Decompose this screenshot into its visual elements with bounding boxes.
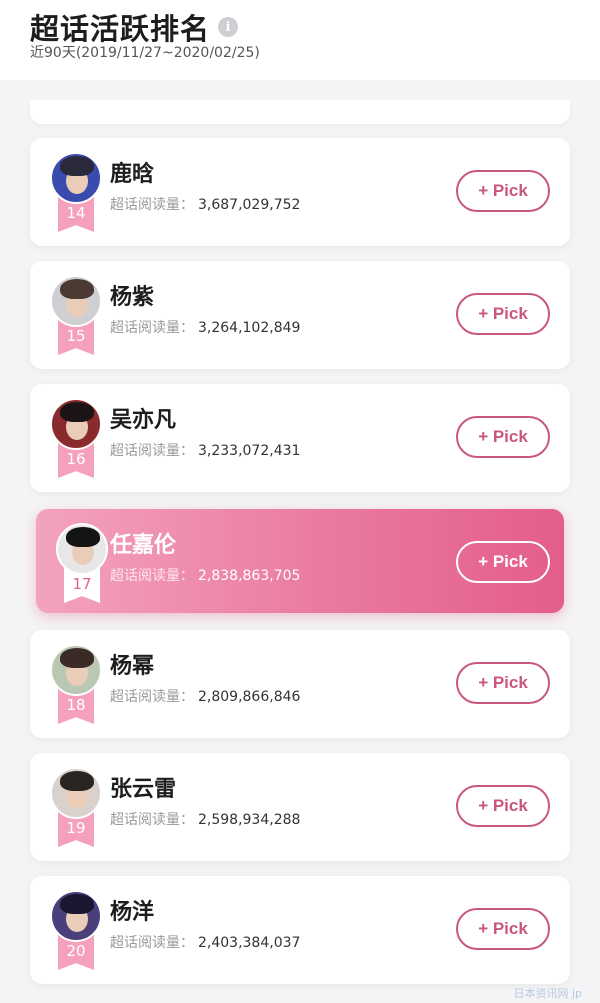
avatar: [50, 275, 102, 327]
reads-row: 超话阅读量： 2,598,934,288: [110, 809, 300, 829]
pick-button[interactable]: + Pick: [456, 662, 550, 704]
reads-count: 3,264,102,849: [198, 320, 301, 336]
reads-row: 超话阅读量： 2,403,384,037: [110, 932, 300, 952]
watermark: 日本资讯网 jp: [513, 987, 582, 1000]
date-range-subtitle: 近90天(2019/11/27~2020/02/25): [30, 45, 260, 61]
avatar: [50, 644, 102, 696]
reads-row: 超话阅读量： 2,838,863,705: [110, 565, 300, 585]
reads-label: 超话阅读量：: [110, 568, 194, 584]
star-name: 杨紫: [110, 285, 155, 310]
info-icon[interactable]: i: [218, 17, 239, 37]
avatar: [50, 152, 102, 204]
reads-count: 2,809,866,846: [198, 689, 301, 705]
reads-label: 超话阅读量：: [110, 935, 194, 951]
star-name: 张云雷: [110, 777, 177, 802]
reads-label: 超话阅读量：: [110, 812, 194, 828]
pick-button[interactable]: + Pick: [456, 541, 550, 583]
avatar-hair: [66, 527, 100, 547]
star-name: 鹿晗: [110, 162, 155, 187]
star-name: 任嘉伦: [110, 533, 177, 558]
avatar: [50, 767, 102, 819]
avatar-hair: [60, 894, 94, 914]
reads-count: 2,838,863,705: [198, 568, 301, 584]
ranking-card[interactable]: 16 吴亦凡 超话阅读量： 3,233,072,431 + Pick: [30, 384, 570, 492]
reads-count: 2,403,384,037: [198, 935, 301, 951]
reads-count: 3,687,029,752: [198, 197, 301, 213]
avatar: [50, 890, 102, 942]
ranking-card[interactable]: 15 杨紫 超话阅读量： 3,264,102,849 + Pick: [30, 261, 570, 369]
pick-button[interactable]: + Pick: [456, 908, 550, 950]
reads-label: 超话阅读量：: [110, 320, 194, 336]
ranking-card-partial: [30, 100, 570, 124]
avatar-hair: [60, 279, 94, 299]
reads-count: 2,598,934,288: [198, 812, 301, 828]
avatar-hair: [60, 771, 94, 791]
avatar-hair: [60, 648, 94, 668]
star-name: 杨洋: [110, 900, 155, 925]
ranking-card[interactable]: 17 任嘉伦 超话阅读量： 2,838,863,705 + Pick: [36, 509, 564, 613]
pick-button[interactable]: + Pick: [456, 293, 550, 335]
avatar: [56, 523, 108, 575]
reads-row: 超话阅读量： 3,233,072,431: [110, 440, 300, 460]
ranking-card[interactable]: 14 鹿晗 超话阅读量： 3,687,029,752 + Pick: [30, 138, 570, 246]
star-name: 吴亦凡: [110, 408, 177, 433]
ranking-card[interactable]: 20 杨洋 超话阅读量： 2,403,384,037 + Pick: [30, 876, 570, 984]
pick-button[interactable]: + Pick: [456, 170, 550, 212]
avatar: [50, 398, 102, 450]
reads-label: 超话阅读量：: [110, 689, 194, 705]
reads-row: 超话阅读量： 3,687,029,752: [110, 194, 300, 214]
reads-row: 超话阅读量： 2,809,866,846: [110, 686, 300, 706]
reads-label: 超话阅读量：: [110, 197, 194, 213]
pick-button[interactable]: + Pick: [456, 785, 550, 827]
avatar-hair: [60, 402, 94, 422]
page-header: 超话活跃排名 i 近90天(2019/11/27~2020/02/25): [0, 0, 600, 80]
reads-count: 3,233,072,431: [198, 443, 301, 459]
reads-label: 超话阅读量：: [110, 443, 194, 459]
star-name: 杨幂: [110, 654, 155, 679]
ranking-card[interactable]: 18 杨幂 超话阅读量： 2,809,866,846 + Pick: [30, 630, 570, 738]
ranking-card[interactable]: 19 张云雷 超话阅读量： 2,598,934,288 + Pick: [30, 753, 570, 861]
reads-row: 超话阅读量： 3,264,102,849: [110, 317, 300, 337]
avatar-hair: [60, 156, 94, 176]
pick-button[interactable]: + Pick: [456, 416, 550, 458]
